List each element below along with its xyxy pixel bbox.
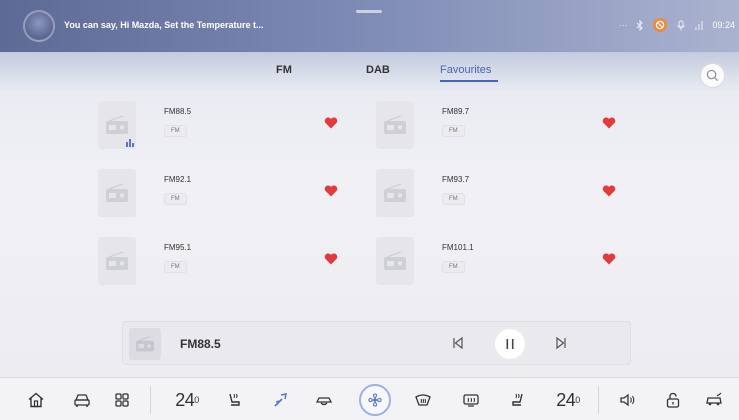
voice-icon xyxy=(676,20,686,31)
source-tabs: FM DAB Favourites xyxy=(0,64,739,86)
mini-player[interactable]: FM88.5 xyxy=(122,321,631,365)
apps-grid-icon xyxy=(115,393,129,407)
passenger-temperature[interactable]: 24 0 xyxy=(548,389,588,411)
station-band-badge: FM xyxy=(442,193,465,205)
more-icon[interactable]: ··· xyxy=(618,20,627,30)
rear-defrost-icon xyxy=(463,394,479,407)
player-thumbnail xyxy=(129,328,161,360)
radio-icon xyxy=(136,336,154,352)
search-icon xyxy=(706,69,719,82)
pause-button[interactable] xyxy=(495,329,525,359)
tab-fm[interactable]: FM xyxy=(276,64,292,76)
station-band-badge: FM xyxy=(442,125,465,137)
passenger-temp-decimal: 0 xyxy=(575,395,580,405)
seat-heat-icon xyxy=(229,393,240,406)
airflow-icon xyxy=(274,393,287,407)
search-button[interactable] xyxy=(700,63,725,88)
next-station-icon[interactable] xyxy=(554,336,568,350)
front-defrost-button[interactable] xyxy=(412,389,434,411)
home-icon xyxy=(28,392,44,408)
seat-heat-button[interactable] xyxy=(224,389,244,411)
radio-icon xyxy=(106,115,128,134)
pause-icon xyxy=(506,339,514,349)
seat-heat-right-icon xyxy=(512,393,523,406)
station-card[interactable]: FM93.7 FM xyxy=(376,169,636,221)
dock-divider xyxy=(598,386,599,414)
radio-thumbnail xyxy=(98,237,136,285)
fan-icon xyxy=(368,393,382,407)
station-card[interactable]: FM89.7 FM xyxy=(376,101,636,153)
airflow-button[interactable] xyxy=(270,389,292,411)
station-name: FM88.5 xyxy=(164,107,192,116)
car-settings-button[interactable] xyxy=(703,389,725,411)
seat-heat-right-button[interactable] xyxy=(508,389,528,411)
now-playing-eq-icon xyxy=(126,139,134,147)
station-band-badge: FM xyxy=(442,261,465,273)
favourite-heart-icon[interactable] xyxy=(602,117,616,129)
radio-icon xyxy=(384,251,406,270)
lock-button[interactable] xyxy=(663,389,683,411)
tab-favourites[interactable]: Favourites xyxy=(440,64,491,76)
radio-icon xyxy=(384,115,406,134)
lock-icon xyxy=(666,392,680,408)
volume-icon xyxy=(620,393,635,407)
clock: 09:24 xyxy=(712,20,735,30)
tab-dab[interactable]: DAB xyxy=(366,64,390,76)
radio-thumbnail xyxy=(376,101,414,149)
top-status-bar: You can say, Hi Mazda, Set the Temperatu… xyxy=(0,0,739,52)
favourite-heart-icon[interactable] xyxy=(324,117,338,129)
station-name: FM89.7 xyxy=(442,107,470,116)
driver-temp-decimal: 0 xyxy=(194,395,199,405)
radio-icon xyxy=(384,183,406,202)
station-band-badge: FM xyxy=(164,261,187,273)
home-button[interactable] xyxy=(26,389,46,411)
radio-thumbnail xyxy=(376,169,414,217)
previous-station-icon[interactable] xyxy=(451,336,465,350)
favourite-heart-icon[interactable] xyxy=(324,185,338,197)
now-playing-station: FM88.5 xyxy=(180,337,221,351)
dock-divider xyxy=(150,386,151,414)
car-icon xyxy=(74,394,90,407)
favourite-heart-icon[interactable] xyxy=(602,185,616,197)
rear-defrost-button[interactable] xyxy=(460,389,482,411)
radio-icon xyxy=(106,251,128,270)
driver-temp-value: 24 xyxy=(175,389,195,410)
voice-assistant-avatar[interactable] xyxy=(23,10,55,42)
vehicle-button[interactable] xyxy=(72,389,92,411)
station-name: FM95.1 xyxy=(164,243,192,252)
driver-temperature[interactable]: 24 0 xyxy=(168,389,206,411)
no-signal-icon xyxy=(653,18,668,32)
station-card[interactable]: FM101.1 FM xyxy=(376,237,636,289)
passenger-temp-value: 24 xyxy=(556,389,576,410)
front-defrost-icon xyxy=(415,394,431,406)
drag-handle[interactable] xyxy=(356,10,382,13)
recirculation-button[interactable] xyxy=(312,389,336,411)
station-band-badge: FM xyxy=(164,125,187,137)
status-icons: ··· 09:24 xyxy=(618,16,735,34)
station-name: FM92.1 xyxy=(164,175,192,184)
station-card[interactable]: FM88.5 FM xyxy=(98,101,358,153)
signal-icon xyxy=(695,20,704,30)
favourite-heart-icon[interactable] xyxy=(602,253,616,265)
apps-button[interactable] xyxy=(112,389,132,411)
station-band-badge: FM xyxy=(164,193,187,205)
station-name: FM101.1 xyxy=(442,243,474,252)
favourite-heart-icon[interactable] xyxy=(324,253,338,265)
active-tab-indicator xyxy=(440,80,498,82)
radio-thumbnail xyxy=(376,237,414,285)
bluetooth-icon xyxy=(636,19,644,31)
radio-thumbnail xyxy=(98,169,136,217)
fan-button[interactable] xyxy=(359,384,391,416)
volume-button[interactable] xyxy=(617,389,639,411)
station-card[interactable]: FM92.1 FM xyxy=(98,169,358,221)
radio-icon xyxy=(106,183,128,202)
bottom-dock: 24 0 24 0 xyxy=(0,377,739,420)
car-settings-icon xyxy=(706,392,722,406)
station-card[interactable]: FM95.1 FM xyxy=(98,237,358,289)
voice-hint-text: You can say, Hi Mazda, Set the Temperatu… xyxy=(64,20,264,30)
recirculation-icon xyxy=(315,397,333,406)
station-name: FM93.7 xyxy=(442,175,470,184)
